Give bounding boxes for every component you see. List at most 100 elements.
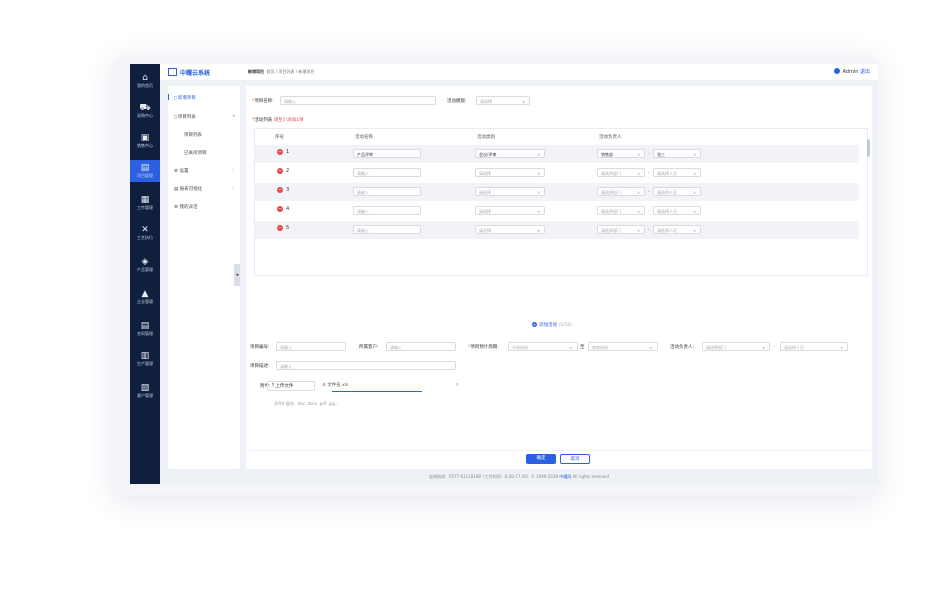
owner-dash: - [773, 344, 775, 349]
layers-icon: ◈ [141, 257, 149, 267]
owner-person-select[interactable]: 请选择人员 ∨ [653, 187, 701, 196]
owner-dash: - [648, 208, 650, 213]
owner-person-select[interactable]: 张三 ∨ [653, 149, 701, 158]
chevron-down-icon: ∨ [693, 190, 696, 195]
add-activity-button[interactable]: + 添加活动 (5/10) [246, 322, 858, 328]
sidebar-item[interactable]: ✕ 工艺执行 [130, 222, 160, 244]
bag-icon: ▣ [140, 133, 150, 143]
chevron-down-icon: ∨ [693, 152, 696, 157]
description-input[interactable]: 请输入 [276, 361, 456, 370]
footer-link[interactable]: 中耀网 [559, 474, 571, 479]
owner-dept-select[interactable]: 请选择部门 ∨ [702, 342, 770, 351]
building-icon: ▲ [141, 289, 149, 299]
menu-item-settings[interactable]: ⚙ 设置 › [174, 168, 234, 174]
owner-person-select[interactable]: 请选择人员 ∨ [653, 168, 701, 177]
upload-button[interactable]: ⤒ 上传文件 [267, 381, 315, 391]
sidebar-item[interactable]: ▣ 销售中心 [130, 130, 160, 152]
activity-category-select[interactable]: 请选择 ∨ [475, 168, 545, 177]
start-date-input[interactable]: 开始时间 ▭ [508, 342, 578, 351]
sidebar-item[interactable]: ▧ 客户管理 [130, 380, 160, 402]
remove-row-icon[interactable]: − [277, 225, 283, 231]
remove-file-icon[interactable]: × [455, 382, 459, 388]
menu-item-new-project[interactable]: ▯ 新增项目 [174, 95, 196, 101]
template-label: 活动模版: [447, 99, 467, 104]
owner-dept-select[interactable]: 销售部 ∨ [597, 149, 645, 158]
customer-icon: ▧ [140, 383, 150, 393]
avatar-icon [834, 68, 841, 74]
remove-row-icon[interactable]: − [277, 168, 283, 174]
app-logo[interactable]: 中耀云系统 [168, 68, 210, 77]
menu-item-project-list[interactable]: ▯ 项目列表 ∨ [174, 114, 235, 120]
remove-row-icon[interactable]: − [277, 187, 283, 193]
date-separator: 至 [580, 345, 585, 350]
project-name-label: *项目名称: [252, 99, 274, 104]
table-row: −2 请输入 请选择 ∨ 请选择部门 ∨ - 请选择人员 ∨ [255, 164, 859, 182]
remove-row-icon[interactable]: − [277, 206, 283, 212]
activity-hint: 请至少添加1项 [273, 118, 304, 123]
client-input[interactable]: 请输入 [386, 342, 456, 351]
owner-person-select[interactable]: 请选择人员 ∨ [780, 342, 848, 351]
menu-item-my-tasks[interactable]: ⚙ 我的派活 [174, 204, 197, 210]
project-name-input[interactable]: 请输入 [280, 96, 436, 105]
table-row: −5 请输入 请选择 ∨ 请选择部门 ∨ - 请选择人员 ∨ [255, 221, 859, 239]
remove-row-icon[interactable]: − [277, 149, 283, 155]
activity-name-input[interactable]: 请输入 [353, 187, 421, 196]
menu-label: 已关闭项目 [184, 151, 207, 156]
end-date-input[interactable]: 结束时间 ▭ [588, 342, 658, 351]
calendar-icon: ▭ [649, 345, 653, 350]
footer-text: 咨询热线：0577-61118188（工作时间：8:30-17:30）© 199… [428, 474, 558, 479]
activity-name-input[interactable]: 请输入 [353, 168, 421, 177]
confirm-button[interactable]: 确定 [526, 454, 556, 464]
main-sidebar: ⌂ 我的首页 ⛟ 采购中心 ▣ 销售中心 ▤ 项目管理 ▦ 工作管理 ✕ 工艺执行 ◈ 产品管理 ▲ 企业管理… [130, 64, 160, 484]
activity-name-input[interactable]: 请输入 [353, 225, 421, 234]
owner-dept-select[interactable]: 请选择部门 ∨ [597, 168, 645, 177]
breadcrumb: 新增项目 首页 / 项目列表 / 新增项目 [248, 69, 314, 75]
activity-category-select[interactable]: 会议/评审 ∨ [475, 149, 545, 158]
user-menu[interactable]: Admin 退出 [834, 68, 870, 75]
menu-label: 新增项目 [177, 96, 196, 101]
chevron-down-icon: ∨ [522, 99, 525, 104]
breadcrumb-path[interactable]: 首页 / 项目列表 / 新增项目 [267, 69, 315, 74]
activity-name-input[interactable]: 请输入 [353, 206, 421, 215]
sidebar-item-label: 采购中心 [137, 113, 153, 118]
col-header-category: 活动类别 [477, 135, 495, 140]
sidebar-item[interactable]: ▤ 项目管理 [130, 160, 160, 182]
menu-item-project-list-sub[interactable]: 项目列表 [184, 132, 202, 138]
menu-label: 设置 [179, 169, 189, 174]
sidebar-item[interactable]: ⛟ 采购中心 [130, 100, 160, 122]
collapse-menu-button[interactable]: ◂ [234, 264, 240, 286]
cancel-button[interactable]: 取消 [560, 454, 590, 464]
sidebar-item[interactable]: ⌂ 我的首页 [130, 70, 160, 92]
logout-link[interactable]: 退出 [860, 69, 870, 75]
menu-item-closed-projects[interactable]: 已关闭项目 [184, 150, 207, 156]
owner-person-select[interactable]: 请选择人员 ∨ [653, 225, 701, 234]
owner-dept-select[interactable]: 请选择部门 ∨ [597, 206, 645, 215]
sidebar-item[interactable]: ▦ 工作管理 [130, 192, 160, 214]
sidebar-item[interactable]: ◈ 产品管理 [130, 254, 160, 276]
chevron-down-icon: ∨ [537, 190, 540, 195]
activity-category-select[interactable]: 请选择 ∨ [475, 225, 545, 234]
sidebar-item[interactable]: ▥ 生产管理 [130, 348, 160, 370]
chevron-down-icon: ∨ [762, 345, 765, 350]
owner-dept-select[interactable]: 请选择部门 ∨ [597, 225, 645, 234]
col-header-no: 序号 [275, 135, 284, 140]
activity-category-select[interactable]: 请选择 ∨ [475, 187, 545, 196]
table-scrollbar[interactable] [867, 139, 870, 157]
calendar-icon: ▭ [569, 345, 573, 350]
plus-icon: + [531, 322, 537, 327]
sidebar-item[interactable]: ▲ 企业管理 [130, 286, 160, 308]
sidebar-item-label: 工艺执行 [137, 235, 153, 240]
chevron-down-icon: ∨ [637, 228, 640, 233]
owner-dept-select[interactable]: 请选择部门 ∨ [597, 187, 645, 196]
activity-category-select[interactable]: 请选择 ∨ [475, 206, 545, 215]
sidebar-item[interactable]: ▤ 合同管理 [130, 318, 160, 340]
chevron-down-icon: ∨ [537, 228, 540, 233]
project-code-input[interactable]: 请输入 [276, 342, 346, 351]
menu-item-reports[interactable]: ▤ 报表可视化 › [174, 186, 234, 192]
owner-person-select[interactable]: 请选择人员 ∨ [653, 206, 701, 215]
attachment-file[interactable]: ⊘ 文件名.xls [322, 382, 348, 388]
sidebar-item-label: 合同管理 [137, 331, 153, 336]
template-select[interactable]: 请选择 ∨ [476, 96, 530, 105]
select-value: 会议/评审 [479, 152, 497, 157]
activity-name-input[interactable]: 产品评审 [353, 149, 421, 158]
